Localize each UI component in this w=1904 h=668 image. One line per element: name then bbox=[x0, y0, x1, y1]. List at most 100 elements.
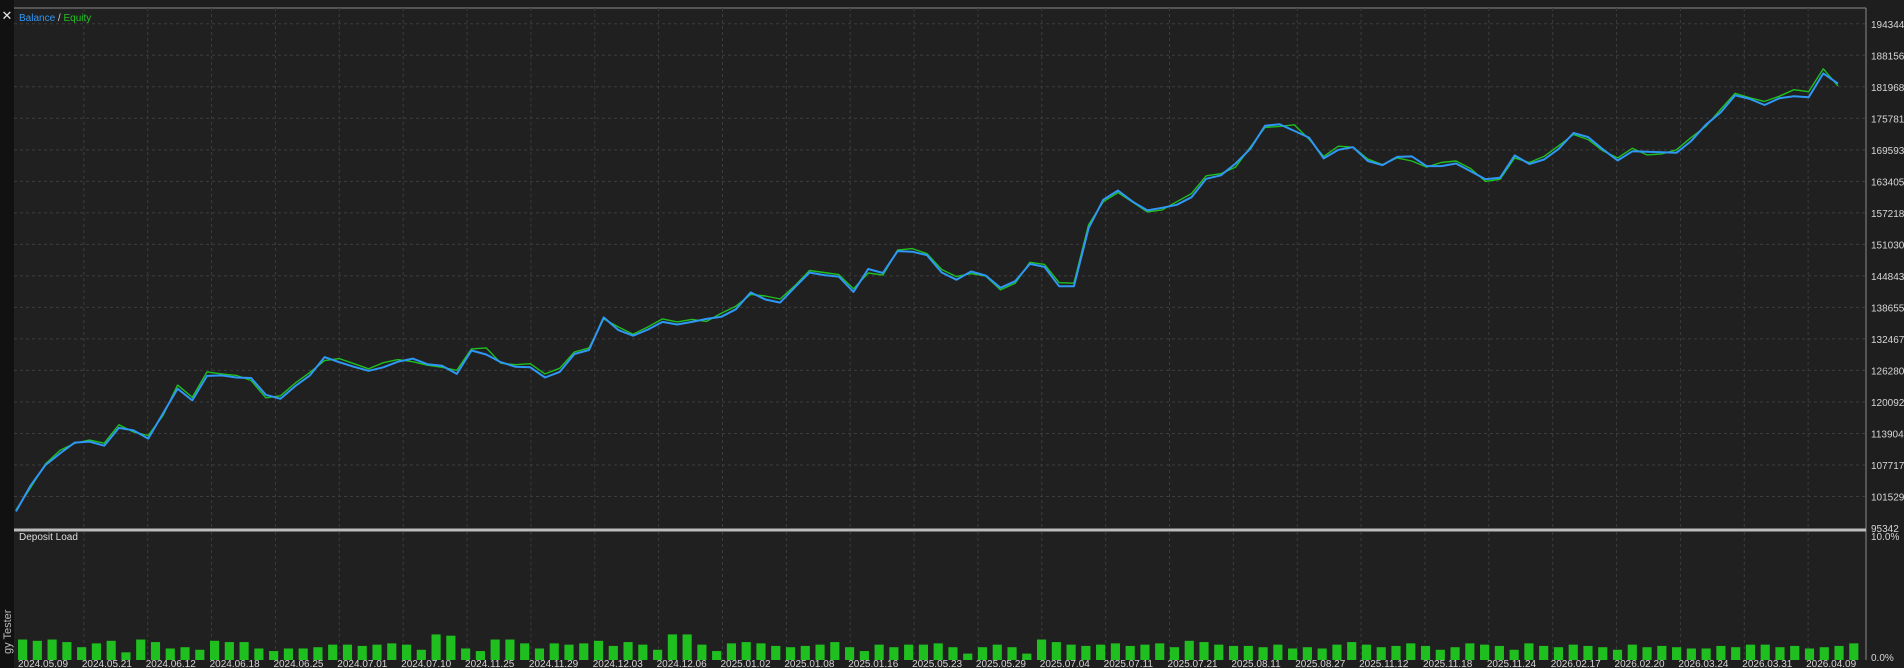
deposit-bar bbox=[682, 634, 692, 660]
deposit-bar bbox=[904, 644, 914, 660]
deposit-bar bbox=[18, 639, 28, 660]
deposit-bar bbox=[520, 643, 530, 660]
x-tick-label: 2025.11.12 bbox=[1359, 659, 1409, 668]
y-tick-label: 194344 bbox=[1871, 20, 1904, 31]
y-tick-label: 188156 bbox=[1871, 51, 1904, 62]
deposit-bar bbox=[1228, 645, 1239, 660]
x-tick-label: 2024.06.18 bbox=[210, 659, 260, 668]
deposit-bar bbox=[1214, 644, 1224, 660]
deposit-bar bbox=[1096, 644, 1106, 660]
deposit-bar bbox=[741, 642, 751, 660]
balance-equity-chart: 9534210152910771711390412009212628013246… bbox=[14, 7, 1904, 668]
x-tick-label: 2024.12.03 bbox=[593, 659, 643, 668]
legend-separator: / bbox=[57, 13, 61, 24]
deposit-bar bbox=[1184, 640, 1194, 660]
deposit-plot-area bbox=[14, 532, 1866, 660]
legend-balance: Balance bbox=[19, 13, 56, 24]
deposit-bar bbox=[1051, 642, 1061, 660]
deposit-bar bbox=[1539, 645, 1549, 660]
deposit-bar bbox=[549, 643, 559, 660]
deposit-bar bbox=[874, 644, 884, 660]
chart-legend: Balance / Equity bbox=[19, 13, 91, 25]
deposit-bar bbox=[623, 642, 633, 660]
deposit-bar bbox=[136, 639, 146, 660]
deposit-bar bbox=[106, 640, 116, 660]
deposit-bar bbox=[667, 634, 677, 660]
x-tick-label: 2025.05.29 bbox=[976, 659, 1026, 668]
deposit-bar bbox=[1790, 645, 1800, 660]
y-tick-label: 163405 bbox=[1871, 177, 1904, 188]
deposit-bar bbox=[579, 643, 589, 660]
deposit-bar bbox=[918, 644, 929, 660]
deposit-bar bbox=[490, 639, 500, 660]
deposit-bar bbox=[47, 639, 57, 660]
deposit-bar bbox=[1524, 643, 1534, 660]
deposit-bar bbox=[1347, 642, 1357, 660]
deposit-bar bbox=[1494, 645, 1504, 660]
deposit-bar bbox=[1731, 647, 1741, 660]
deposit-bar bbox=[505, 639, 515, 660]
deposit-bar bbox=[431, 634, 441, 660]
deposit-bar bbox=[815, 644, 825, 660]
deposit-tick-label: 0.0% bbox=[1871, 653, 1894, 664]
x-tick-label: 2024.11.29 bbox=[529, 659, 579, 668]
deposit-bar bbox=[1627, 644, 1637, 660]
deposit-bar bbox=[91, 643, 101, 660]
deposit-bar bbox=[564, 644, 574, 660]
x-tick-label: 2025.08.11 bbox=[1231, 659, 1281, 668]
deposit-bar bbox=[726, 643, 737, 660]
deposit-bar bbox=[1066, 644, 1076, 660]
y-tick-label: 157218 bbox=[1871, 209, 1904, 220]
deposit-bar bbox=[1332, 644, 1342, 660]
deposit-bar bbox=[1657, 645, 1667, 660]
x-tick-label: 2024.12.06 bbox=[657, 659, 707, 668]
x-tick-label: 2026.02.17 bbox=[1551, 659, 1601, 668]
deposit-bar bbox=[1745, 644, 1756, 660]
deposit-bar bbox=[239, 642, 249, 660]
legend-equity: Equity bbox=[63, 13, 92, 24]
deposit-bar bbox=[756, 643, 766, 660]
x-tick-label: 2024.05.09 bbox=[18, 659, 68, 668]
deposit-bar bbox=[638, 644, 648, 660]
x-tick-label: 2024.07.01 bbox=[337, 659, 387, 668]
deposit-bar bbox=[1849, 643, 1859, 660]
x-tick-label: 2025.07.04 bbox=[1040, 659, 1090, 668]
deposit-bar bbox=[62, 642, 72, 660]
x-tick-label: 2025.08.27 bbox=[1295, 659, 1345, 668]
x-tick-label: 2026.03.24 bbox=[1678, 659, 1728, 668]
y-tick-label: 181968 bbox=[1871, 83, 1904, 94]
deposit-bar bbox=[1140, 644, 1150, 660]
y-tick-label: 144843 bbox=[1871, 272, 1904, 283]
deposit-bar bbox=[1420, 645, 1431, 660]
deposit-bar bbox=[209, 640, 220, 660]
deposit-bar bbox=[1081, 645, 1091, 660]
deposit-bar bbox=[933, 643, 943, 660]
deposit-bar bbox=[963, 653, 973, 660]
y-tick-label: 151030 bbox=[1871, 240, 1904, 251]
y-axis-ticks: 9534210152910771711390412009212628013246… bbox=[1871, 20, 1904, 535]
deposit-bar bbox=[150, 642, 161, 660]
deposit-load-title: Deposit Load bbox=[19, 532, 78, 543]
x-tick-label: 2024.06.12 bbox=[146, 659, 196, 668]
y-tick-label: 138655 bbox=[1871, 303, 1904, 314]
deposit-tick-label: 10.0% bbox=[1871, 532, 1899, 543]
x-tick-label: 2025.11.24 bbox=[1487, 659, 1537, 668]
deposit-bar bbox=[800, 645, 810, 660]
deposit-bar bbox=[328, 644, 338, 660]
deposit-bar bbox=[1760, 644, 1770, 660]
x-tick-label: 2024.07.10 bbox=[401, 659, 451, 668]
deposit-bar bbox=[372, 644, 382, 660]
deposit-bar bbox=[342, 644, 353, 660]
deposit-bar bbox=[593, 640, 604, 660]
deposit-axis-ticks: 10.0% 0.0% bbox=[1871, 532, 1899, 664]
deposit-bar bbox=[1716, 645, 1726, 660]
deposit-bar bbox=[992, 644, 1002, 660]
deposit-bar bbox=[195, 649, 205, 660]
deposit-bar bbox=[1406, 643, 1416, 660]
deposit-bar bbox=[771, 645, 781, 660]
deposit-bar bbox=[608, 645, 618, 660]
y-tick-label: 126280 bbox=[1871, 366, 1904, 377]
y-tick-label: 175781 bbox=[1871, 114, 1904, 125]
deposit-bar bbox=[1568, 644, 1578, 660]
deposit-bar bbox=[830, 642, 840, 660]
